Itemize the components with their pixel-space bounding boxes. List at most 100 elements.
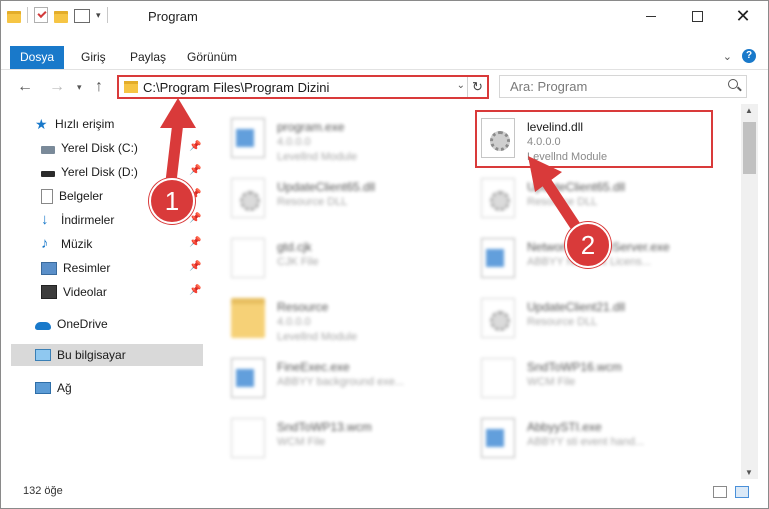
file-name: UpdateClient65.dll	[277, 180, 376, 194]
dll-gear-icon	[481, 178, 515, 218]
file-version: 4.0.0.0	[277, 316, 311, 328]
sidebar-item-pictures[interactable]: Resimler 📌	[41, 257, 203, 279]
forward-arrow-icon[interactable]: →	[49, 78, 65, 96]
window-app-icon	[231, 358, 265, 398]
file-name: Resource	[277, 300, 329, 314]
help-icon[interactable]: ?	[742, 49, 756, 63]
sidebar-item-label: Hızlı erişim	[55, 117, 115, 131]
search-input[interactable]	[508, 78, 712, 95]
maximize-icon	[691, 10, 703, 22]
documents-icon	[41, 188, 53, 204]
file-type: Resource DLL	[277, 196, 348, 208]
dll-gear-icon	[481, 298, 515, 338]
customize-icon[interactable]	[74, 9, 90, 23]
scroll-thumb[interactable]	[743, 122, 756, 174]
maximize-button[interactable]	[674, 1, 720, 31]
document-icon	[231, 238, 265, 278]
details-view-icon[interactable]	[713, 486, 727, 498]
navigation-pane: ★ Hızlı erişim Yerel Disk (C:) 📌 Yerel D…	[1, 109, 207, 479]
file-description: Levellnd Module	[277, 151, 358, 163]
file-type: WCM File	[527, 376, 576, 388]
ribbon-tabs: Dosya Giriş Paylaş Görünüm ⌄ ?	[1, 46, 768, 70]
sidebar-item-label: OneDrive	[57, 317, 108, 331]
file-name: SndToWP13.wcm	[277, 420, 372, 434]
minimize-icon	[646, 15, 656, 17]
file-name: UpdateClient65.dll	[527, 180, 626, 194]
file-item[interactable]: gtd.cjk CJK File	[211, 230, 456, 285]
expand-ribbon-icon[interactable]: ⌄	[723, 50, 732, 63]
properties-check-icon[interactable]	[34, 7, 48, 23]
sidebar-item-onedrive[interactable]: OneDrive	[35, 313, 203, 335]
sidebar-item-network[interactable]: Ağ	[35, 377, 203, 399]
file-item[interactable]: SndToWP16.wcm WCM File	[461, 350, 706, 405]
sidebar-item-quick-access[interactable]: ★ Hızlı erişim	[35, 113, 237, 135]
search-box[interactable]	[499, 75, 747, 98]
file-item[interactable]: UpdateClient65.dll Resource DLL	[461, 170, 706, 225]
navigation-bar: ← → ▾ ↑ C:\Program Files\Program Dizini …	[1, 72, 768, 102]
file-item[interactable]: FineExec.exe ABBYY background exe...	[211, 350, 456, 405]
download-icon: ↓	[41, 211, 49, 228]
sidebar-item-label: Bu bilgisayar	[57, 348, 126, 362]
title-bar: ▾ Program ✕	[1, 1, 768, 31]
highlight-box	[475, 110, 713, 168]
music-icon: ♪	[41, 235, 49, 252]
star-icon: ★	[35, 116, 48, 132]
vertical-scrollbar[interactable]: ▲ ▼	[741, 104, 758, 479]
sidebar-item-label: İndirmeler	[61, 213, 115, 227]
file-item[interactable]: SndToWP13.wcm WCM File	[211, 410, 456, 465]
pin-icon[interactable]: 📌	[189, 141, 201, 152]
file-item[interactable]: program.exe 4.0.0.0 Levellnd Module	[211, 110, 456, 165]
file-name: program.exe	[277, 120, 345, 134]
pictures-icon	[41, 261, 57, 275]
sidebar-item-label: Ağ	[57, 381, 72, 395]
file-name: FineExec.exe	[277, 360, 350, 374]
toolbar-divider	[27, 7, 28, 23]
pin-icon[interactable]: 📌	[189, 285, 201, 296]
window-title: Program	[148, 9, 198, 24]
scroll-up-icon[interactable]: ▲	[745, 106, 753, 115]
minimize-button[interactable]	[628, 1, 674, 31]
computer-icon	[35, 349, 51, 361]
tab-file[interactable]: Dosya	[10, 46, 64, 69]
chevron-down-icon[interactable]: ▾	[96, 10, 101, 21]
document-icon	[231, 418, 265, 458]
scroll-down-icon[interactable]: ▼	[745, 468, 753, 477]
recent-locations-icon[interactable]: ▾	[77, 82, 82, 93]
pin-icon[interactable]: 📌	[189, 165, 201, 176]
file-item[interactable]: UpdateClient21.dll Resource DLL	[461, 290, 706, 345]
search-icon[interactable]	[728, 79, 738, 89]
sidebar-item-music[interactable]: ♪ Müzik 📌	[41, 233, 203, 255]
pin-icon[interactable]: 📌	[189, 261, 201, 272]
address-bar[interactable]: C:\Program Files\Program Dizini ⌄ ↻	[117, 75, 489, 99]
file-type: WCM File	[277, 436, 326, 448]
sidebar-item-this-pc[interactable]: Bu bilgisayar	[11, 344, 203, 366]
status-bar: 132 öğe	[1, 479, 768, 508]
tab-view[interactable]: Görünüm	[187, 46, 237, 69]
refresh-icon[interactable]: ↻	[467, 77, 487, 97]
drive-icon	[41, 171, 55, 177]
close-button[interactable]: ✕	[720, 1, 766, 31]
file-item[interactable]: Resource 4.0.0.0 Levellnd Module	[211, 290, 456, 345]
file-version: 4.0.0.0	[277, 136, 311, 148]
tiles-view-icon[interactable]	[735, 486, 749, 498]
file-type: Resource DLL	[527, 316, 598, 328]
up-arrow-icon[interactable]: ↑	[95, 78, 103, 96]
sidebar-item-label: Müzik	[61, 237, 93, 251]
pin-icon[interactable]: 📌	[189, 237, 201, 248]
sidebar-item-label: Belgeler	[59, 189, 104, 203]
drive-icon	[41, 145, 55, 154]
address-path[interactable]: C:\Program Files\Program Dizini	[143, 80, 329, 95]
tab-share[interactable]: Paylaş	[130, 46, 166, 69]
chevron-down-icon[interactable]: ⌄	[457, 80, 465, 91]
sidebar-item-label: Yerel Disk (C:)	[61, 141, 138, 155]
sidebar-item-local-disk-c[interactable]: Yerel Disk (C:) 📌	[41, 137, 203, 159]
tab-home[interactable]: Giriş	[81, 46, 106, 69]
file-item[interactable]: AbbyySTI.exe ABBYY sti event hand...	[461, 410, 706, 465]
back-arrow-icon[interactable]: ←	[17, 78, 33, 96]
file-description: Levellnd Module	[277, 331, 358, 343]
quick-access-toolbar: ▾	[7, 7, 108, 23]
sidebar-item-videos[interactable]: Videolar 📌	[41, 281, 203, 303]
pin-icon[interactable]: 📌	[189, 213, 201, 224]
file-item[interactable]: UpdateClient65.dll Resource DLL	[211, 170, 456, 225]
new-folder-icon[interactable]	[54, 10, 68, 23]
